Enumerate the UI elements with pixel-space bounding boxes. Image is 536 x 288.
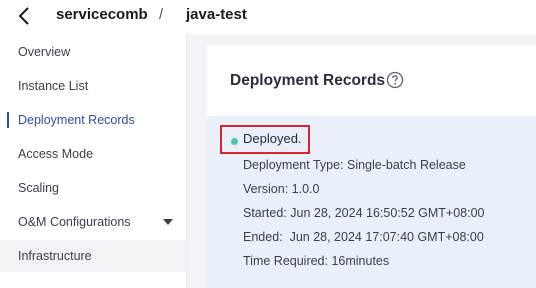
deployment-type-text: Deployment Type: Single-batch Release: [243, 158, 466, 172]
breadcrumb-parent-link[interactable]: servicecomb: [56, 6, 148, 23]
page-title: Deployment Records: [230, 72, 386, 89]
breadcrumb-current: java-test: [186, 6, 247, 23]
sidebar-item-access-mode[interactable]: Access Mode: [0, 138, 186, 170]
time-required-text: Time Required: 16minutes: [243, 254, 390, 268]
status-indicator-dot: [231, 138, 238, 145]
chevron-down-icon[interactable]: [162, 218, 174, 226]
sidebar-item-infrastructure[interactable]: Infrastructure: [0, 240, 186, 272]
version-text: Version: 1.0.0: [243, 182, 320, 196]
panel-header: Deployment Records: [207, 46, 536, 116]
sidebar-item-deployment-records[interactable]: Deployment Records: [0, 104, 186, 136]
main-content: Deployment Records Deployed. Deployment …: [187, 34, 536, 288]
ended-time-text: Ended: Jun 28, 2024 17:07:40 GMT+08:00: [243, 230, 484, 244]
sidebar-item-om-configurations[interactable]: O&M Configurations: [0, 206, 186, 238]
sidebar-item-label: O&M Configurations: [18, 215, 131, 229]
chevron-left-icon: [18, 7, 29, 25]
sidebar-item-scaling[interactable]: Scaling: [0, 172, 186, 204]
started-time-text: Started: Jun 28, 2024 16:50:52 GMT+08:00: [243, 206, 485, 220]
sidebar-item-overview[interactable]: Overview: [0, 36, 186, 68]
sidebar-item-instance-list[interactable]: Instance List: [0, 70, 186, 102]
help-button[interactable]: [386, 71, 404, 89]
question-circle-icon: [386, 71, 404, 89]
breadcrumb-separator: /: [159, 6, 164, 23]
deployment-status-text: Deployed.: [243, 131, 302, 146]
sidebar: Overview Instance List Deployment Record…: [0, 34, 187, 288]
back-button[interactable]: [14, 4, 36, 28]
top-bar: servicecomb / java-test: [0, 0, 536, 34]
